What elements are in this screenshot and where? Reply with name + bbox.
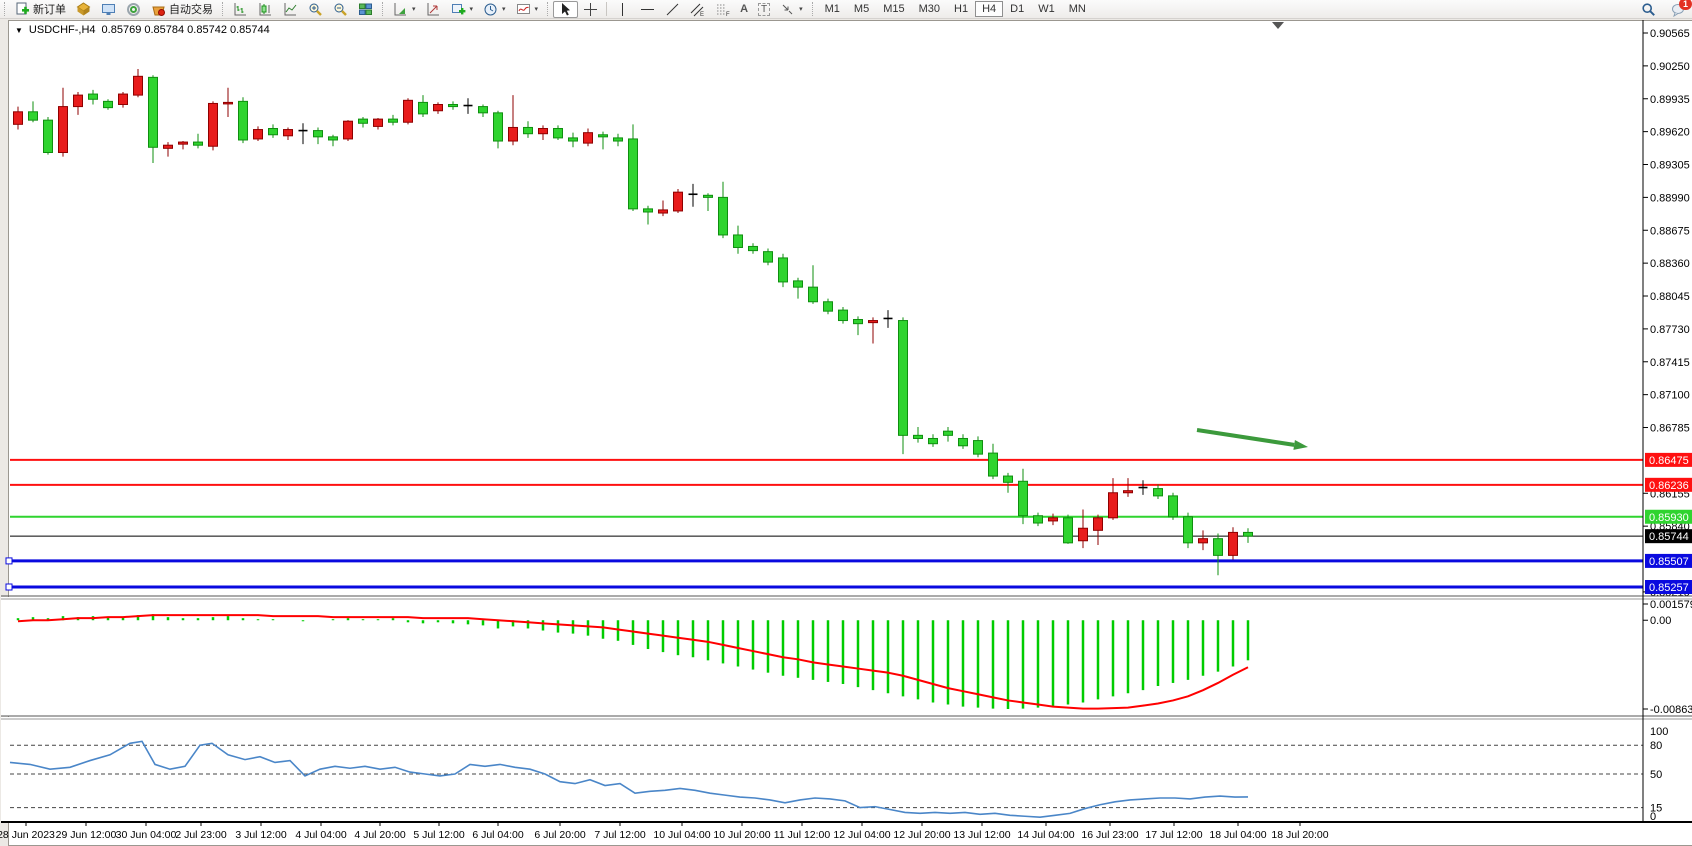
data-window-icon xyxy=(101,2,116,17)
template-chart-icon xyxy=(393,2,408,17)
zoom-out-icon xyxy=(333,2,348,17)
text-label-icon: T xyxy=(758,3,770,16)
search-button[interactable] xyxy=(1636,1,1661,18)
toolbar-grip xyxy=(222,2,226,16)
tab-timeframe-M1[interactable]: M1 xyxy=(818,1,847,17)
toolbar-grip xyxy=(4,2,8,16)
clock-icon xyxy=(483,2,498,17)
cursor-tool-button[interactable] xyxy=(553,1,578,18)
horizontal-line-tool-button[interactable] xyxy=(635,1,660,18)
notification-badge: 1 xyxy=(1679,0,1692,10)
autotrade-label: 自动交易 xyxy=(169,1,213,17)
svg-text:E: E xyxy=(700,12,704,17)
zoom-out-button[interactable] xyxy=(328,1,353,18)
fibonacci-icon: F xyxy=(715,2,730,17)
vertical-line-tool-button[interactable] xyxy=(610,1,635,18)
chart-title: ▼ USDCHF-,H4 0.85769 0.85784 0.85742 0.8… xyxy=(15,24,270,36)
periods-button[interactable]: ▾ xyxy=(478,1,511,18)
tab-timeframe-W1[interactable]: W1 xyxy=(1031,1,1062,17)
indicators-button[interactable]: ▾ xyxy=(511,1,544,18)
profile-chart-icon xyxy=(426,2,441,17)
tile-windows-icon xyxy=(358,2,373,17)
crosshair-tool-button[interactable] xyxy=(578,1,603,18)
new-order-button[interactable]: 新订单 xyxy=(10,1,71,18)
chart-window: ▼ USDCHF-,H4 0.85769 0.85784 0.85742 0.8… xyxy=(8,20,1692,846)
trendline-icon xyxy=(665,2,680,17)
templates-button[interactable]: ▾ xyxy=(388,1,421,18)
navigator-button[interactable] xyxy=(121,1,146,18)
market-watch-button[interactable] xyxy=(71,1,96,18)
indicators-icon xyxy=(516,2,531,17)
chart-quote-values: 0.85769 0.85784 0.85742 0.85744 xyxy=(102,24,270,36)
zoom-in-icon xyxy=(308,2,323,17)
trendline-tool-button[interactable] xyxy=(660,1,685,18)
fibonacci-tool-button[interactable]: F xyxy=(710,1,735,18)
channel-icon: E xyxy=(690,2,705,17)
navigator-icon xyxy=(126,2,141,17)
vertical-line-icon xyxy=(615,2,630,17)
line-chart-icon xyxy=(283,2,298,17)
arrows-tool-button[interactable]: ▾ xyxy=(775,1,808,18)
arrows-icon xyxy=(780,2,795,17)
horizontal-line-icon xyxy=(640,2,655,17)
tab-timeframe-D1[interactable]: D1 xyxy=(1003,1,1031,17)
toolbar-grip xyxy=(382,2,386,16)
timeframe-toolbar: M1M5M15M30H1H4D1W1MN xyxy=(818,1,1093,17)
tab-timeframe-M30[interactable]: M30 xyxy=(912,1,947,17)
new-chart-button[interactable]: ▾ xyxy=(446,1,479,18)
tab-timeframe-H4[interactable]: H4 xyxy=(975,1,1003,17)
tab-timeframe-M5[interactable]: M5 xyxy=(847,1,876,17)
new-order-label: 新订单 xyxy=(33,1,66,17)
profiles-button[interactable] xyxy=(421,1,446,18)
bar-chart-icon xyxy=(233,2,248,17)
zoom-in-button[interactable] xyxy=(303,1,328,18)
rsi-indicator-label: RSI(14) 26.1265 xyxy=(15,722,96,734)
chart-symbol-period: USDCHF-,H4 xyxy=(29,24,96,36)
crosshair-icon xyxy=(583,2,598,17)
autotrade-icon xyxy=(151,2,166,17)
chart-menu-icon[interactable]: ▼ xyxy=(15,26,23,35)
toolbar-separator xyxy=(606,2,607,16)
macd-indicator-label: MACD(12,26,9) -0.003896 -0.004574 xyxy=(15,604,197,616)
text-label-tool-button[interactable]: T xyxy=(753,1,775,18)
text-tool-icon: A xyxy=(740,3,748,15)
new-order-icon xyxy=(15,2,30,17)
cursor-icon xyxy=(558,2,573,17)
search-icon xyxy=(1641,2,1656,17)
tile-windows-button[interactable] xyxy=(353,1,378,18)
autotrade-button[interactable]: 自动交易 xyxy=(146,1,218,18)
candlestick-icon xyxy=(258,2,273,17)
community-chat-button[interactable]: 1 xyxy=(1671,2,1686,17)
svg-text:F: F xyxy=(726,12,730,17)
toolbar-grip xyxy=(547,2,551,16)
candlestick-mode-button[interactable] xyxy=(253,1,278,18)
toolbar-grip xyxy=(812,2,816,16)
tab-timeframe-H1[interactable]: H1 xyxy=(947,1,975,17)
tab-timeframe-MN[interactable]: MN xyxy=(1062,1,1093,17)
top-toolbar: 新订单 自动交易 xyxy=(0,0,1692,19)
tab-timeframe-M15[interactable]: M15 xyxy=(876,1,911,17)
line-chart-mode-button[interactable] xyxy=(278,1,303,18)
bar-chart-mode-button[interactable] xyxy=(228,1,253,18)
data-window-button[interactable] xyxy=(96,1,121,18)
new-chart-icon xyxy=(451,2,466,17)
market-watch-icon xyxy=(76,2,91,17)
text-tool-button[interactable]: A xyxy=(735,1,753,18)
equidistant-channel-tool-button[interactable]: E xyxy=(685,1,710,18)
